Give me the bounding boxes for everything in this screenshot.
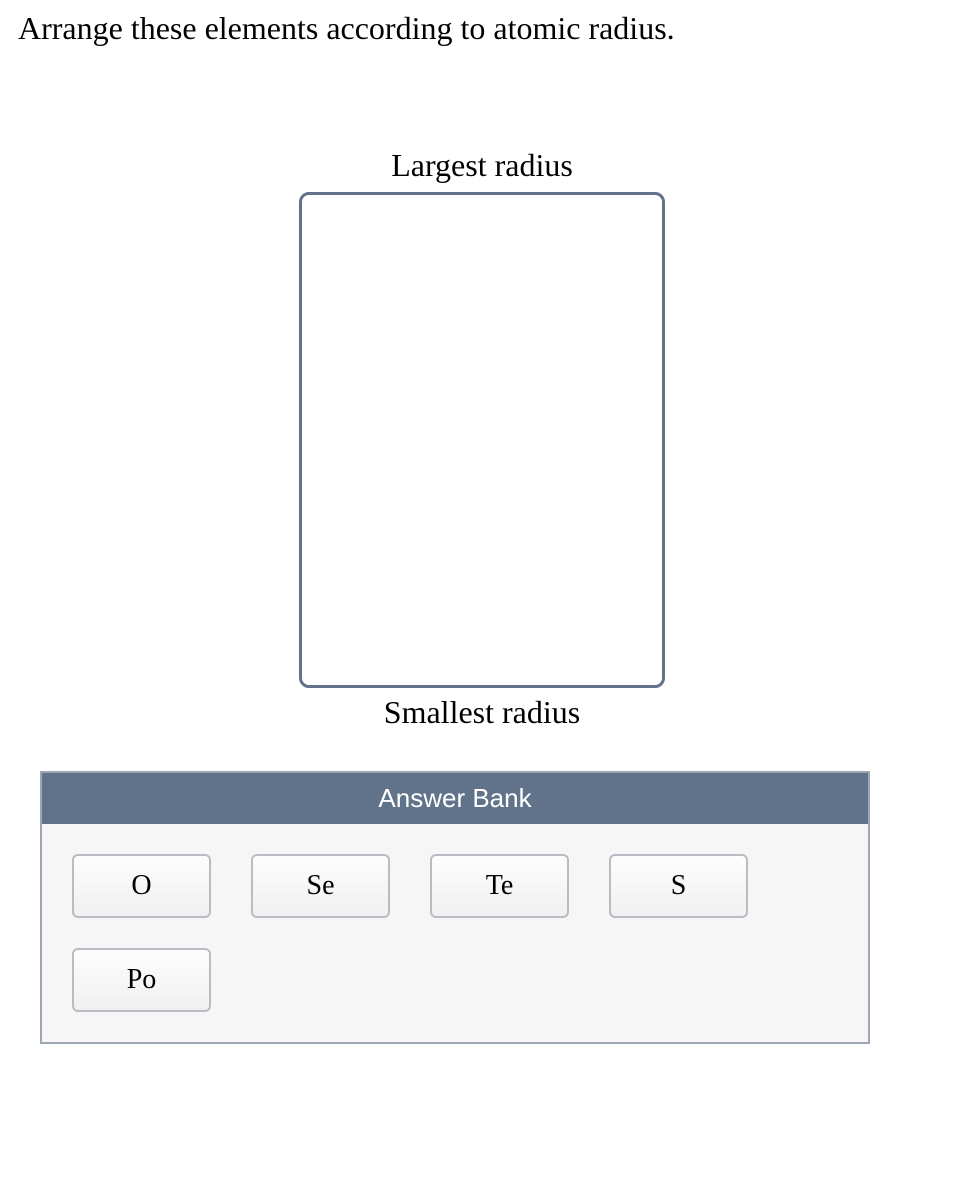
question-text: Arrange these elements according to atom… bbox=[18, 10, 964, 47]
answer-bank-title: Answer Bank bbox=[42, 773, 868, 824]
element-tile[interactable]: Se bbox=[251, 854, 390, 918]
element-tile[interactable]: Te bbox=[430, 854, 569, 918]
ranking-area: Largest radius Smallest radius bbox=[0, 147, 964, 731]
element-tile[interactable]: O bbox=[72, 854, 211, 918]
element-tile[interactable]: Po bbox=[72, 948, 211, 1012]
answer-bank-body: O Se Te S Po bbox=[42, 824, 868, 1042]
answer-bank: Answer Bank O Se Te S Po bbox=[40, 771, 870, 1044]
top-label: Largest radius bbox=[0, 147, 964, 184]
element-tile[interactable]: S bbox=[609, 854, 748, 918]
drop-zone[interactable] bbox=[299, 192, 665, 688]
bottom-label: Smallest radius bbox=[0, 694, 964, 731]
